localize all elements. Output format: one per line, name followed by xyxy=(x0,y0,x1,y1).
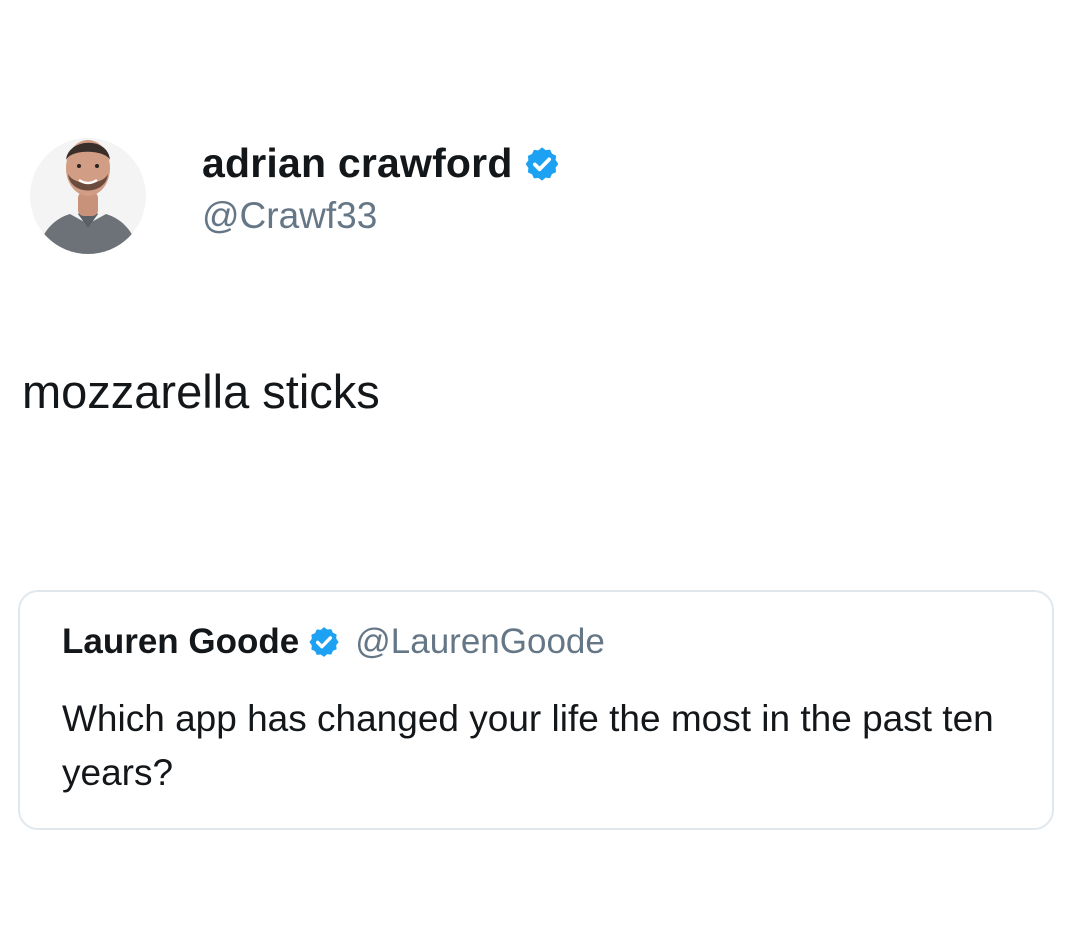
quoted-tweet-card[interactable]: Lauren Goode @LaurenGoode Which app has … xyxy=(18,590,1054,830)
author-names: adrian crawford @Crawf33 xyxy=(202,140,561,237)
quoted-author-handle[interactable]: @LaurenGoode xyxy=(355,622,605,662)
quoted-tweet-text: Which app has changed your life the most… xyxy=(62,698,994,793)
quoted-author-display-name[interactable]: Lauren Goode xyxy=(62,622,299,662)
verified-badge-icon xyxy=(525,146,558,181)
avatar[interactable] xyxy=(28,120,148,272)
tweet-screenshot: adrian crawford @Crawf33 mozzarella stic… xyxy=(0,0,1080,928)
author-display-name[interactable]: adrian crawford xyxy=(202,140,513,187)
quoted-tweet-header: Lauren Goode @LaurenGoode xyxy=(62,622,605,662)
author-handle[interactable]: @Crawf33 xyxy=(202,195,561,237)
tweet-header: adrian crawford @Crawf33 xyxy=(28,120,558,272)
verified-badge-icon xyxy=(309,627,339,657)
tweet-text: mozzarella sticks xyxy=(22,365,380,418)
author-name-row: adrian crawford xyxy=(202,140,561,187)
